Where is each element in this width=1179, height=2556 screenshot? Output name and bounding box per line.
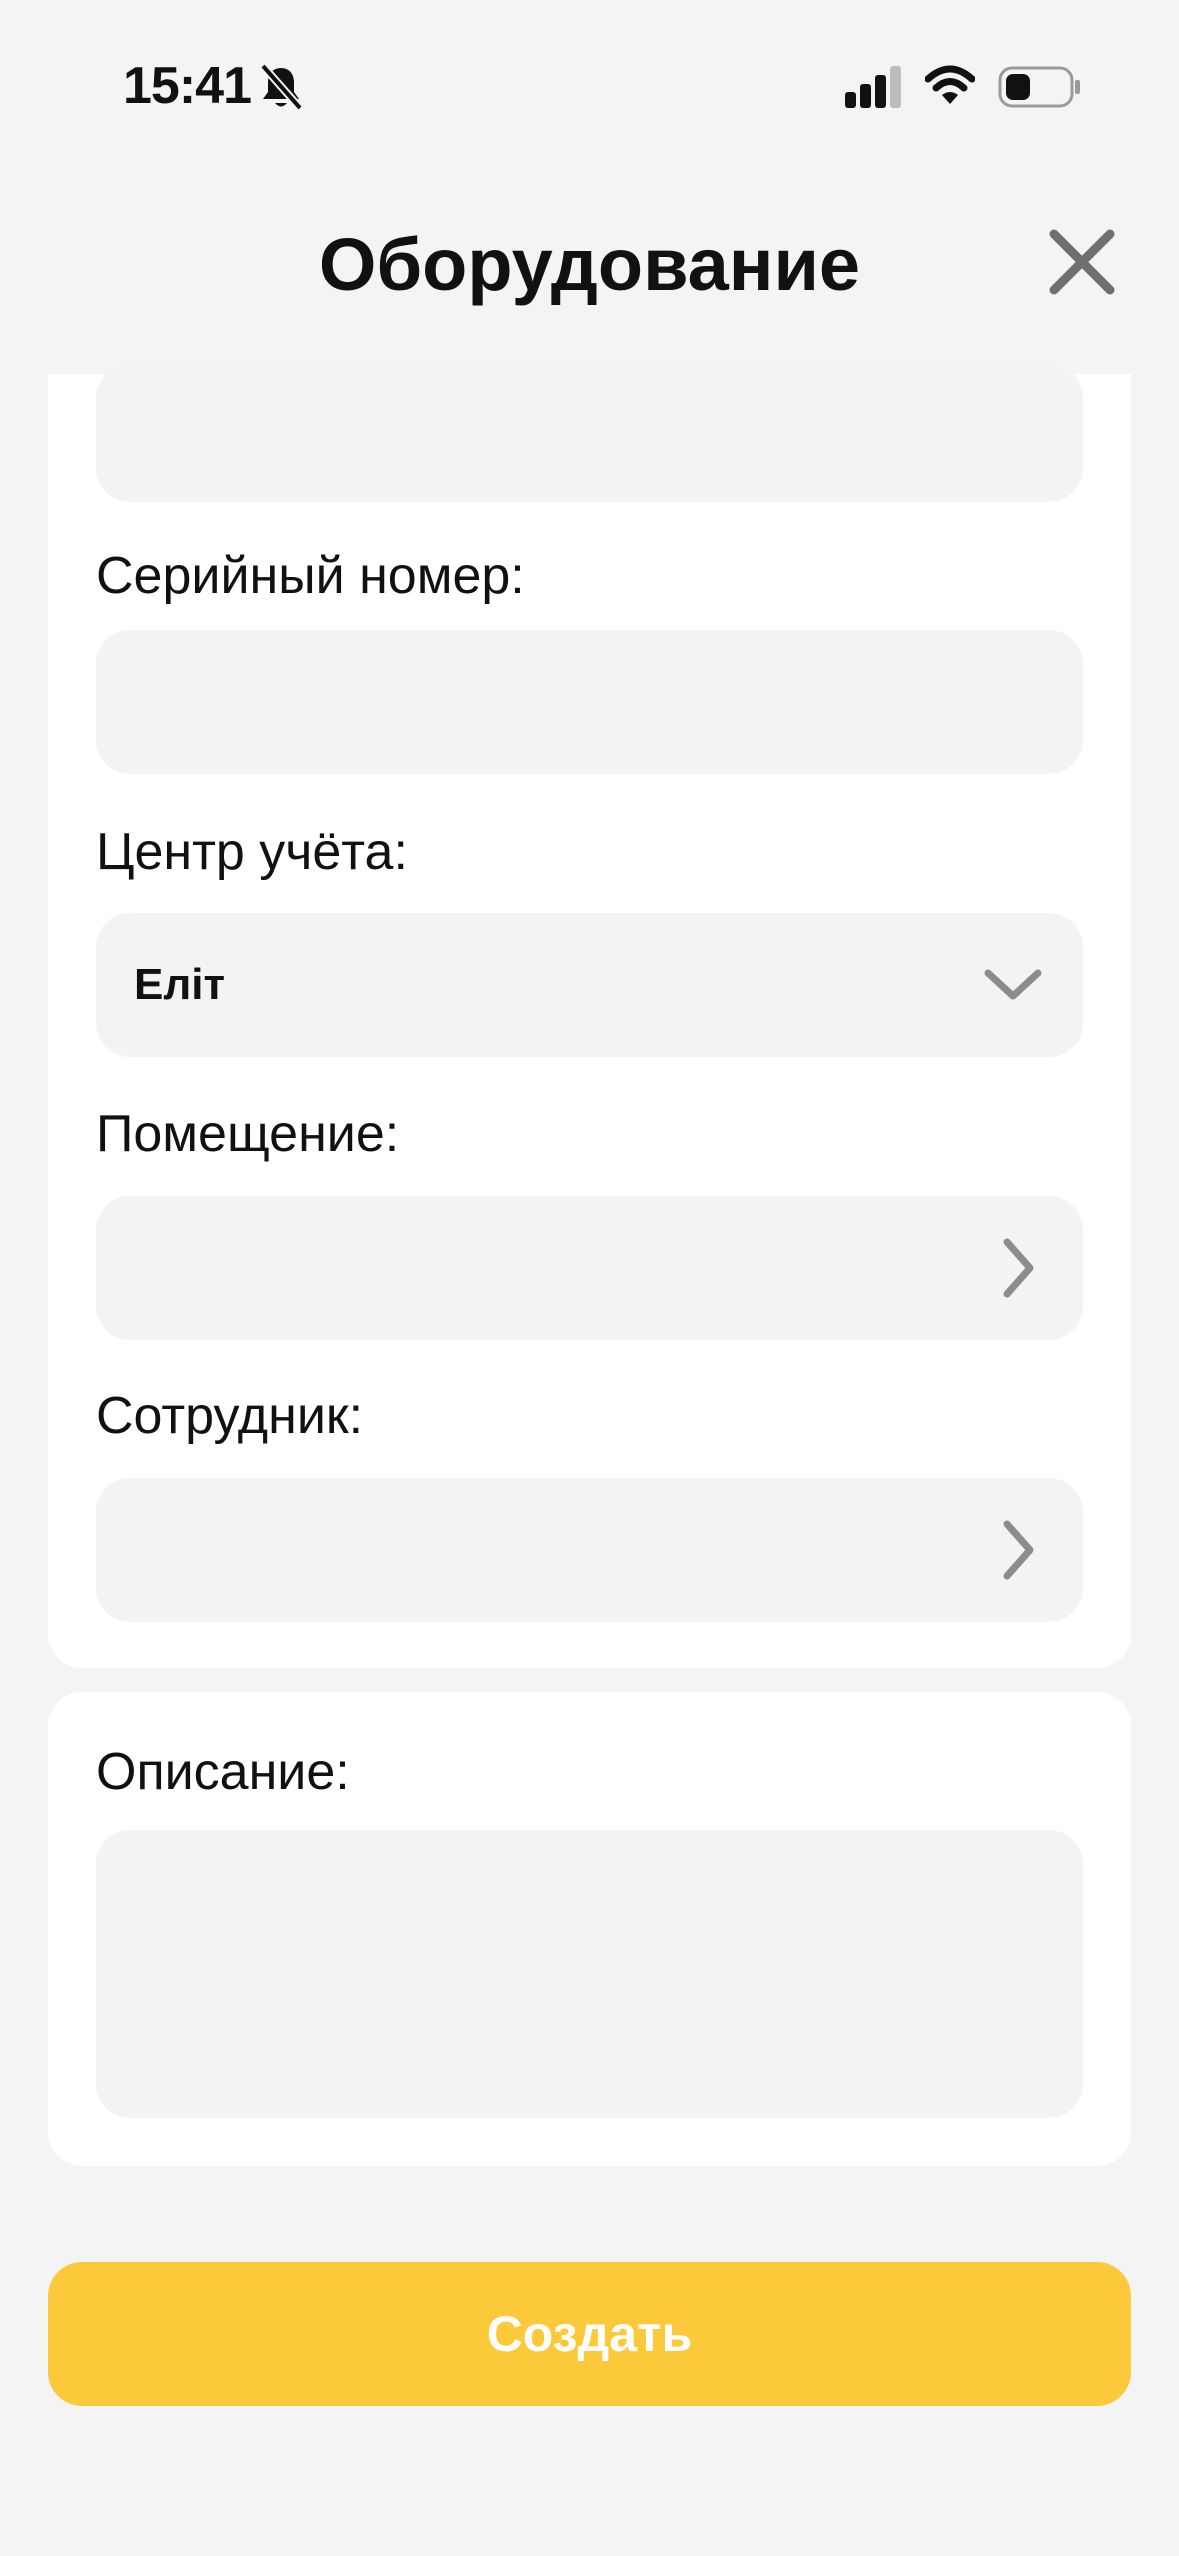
page-header: Оборудование [0,200,1179,330]
chevron-down-icon [984,969,1042,1000]
scrolled-field-input[interactable] [96,364,1083,502]
serial-number-input[interactable] [96,630,1083,774]
room-picker[interactable] [96,1196,1083,1340]
accounting-center-value: Еліт [134,960,226,1009]
status-bar: 15:41 [0,0,1179,170]
create-button[interactable]: Создать [48,2262,1131,2406]
wifi-icon [925,65,975,104]
accounting-center-select[interactable]: Еліт [96,913,1083,1057]
battery-icon [998,66,1080,108]
employee-picker[interactable] [96,1478,1083,1622]
employee-label: Сотрудник: [96,1387,364,1445]
page-title: Оборудование [318,223,861,306]
form-card: Серийный номер: Центр учёта: Еліт Помеще… [48,364,1131,1668]
accounting-center-label: Центр учёта: [96,823,408,881]
cellular-signal-icon [845,66,901,108]
close-icon [1049,229,1115,295]
bell-muted-icon [259,63,304,111]
status-time: 15:41 [123,57,252,115]
chevron-right-icon [1003,1238,1034,1298]
description-textarea[interactable] [96,1830,1083,2118]
description-card: Описание: [48,1692,1131,2166]
room-label: Помещение: [96,1105,400,1163]
close-button[interactable] [1040,220,1124,304]
chevron-right-icon [1003,1520,1034,1580]
serial-number-label: Серийный номер: [96,547,525,605]
description-label: Описание: [96,1743,350,1801]
